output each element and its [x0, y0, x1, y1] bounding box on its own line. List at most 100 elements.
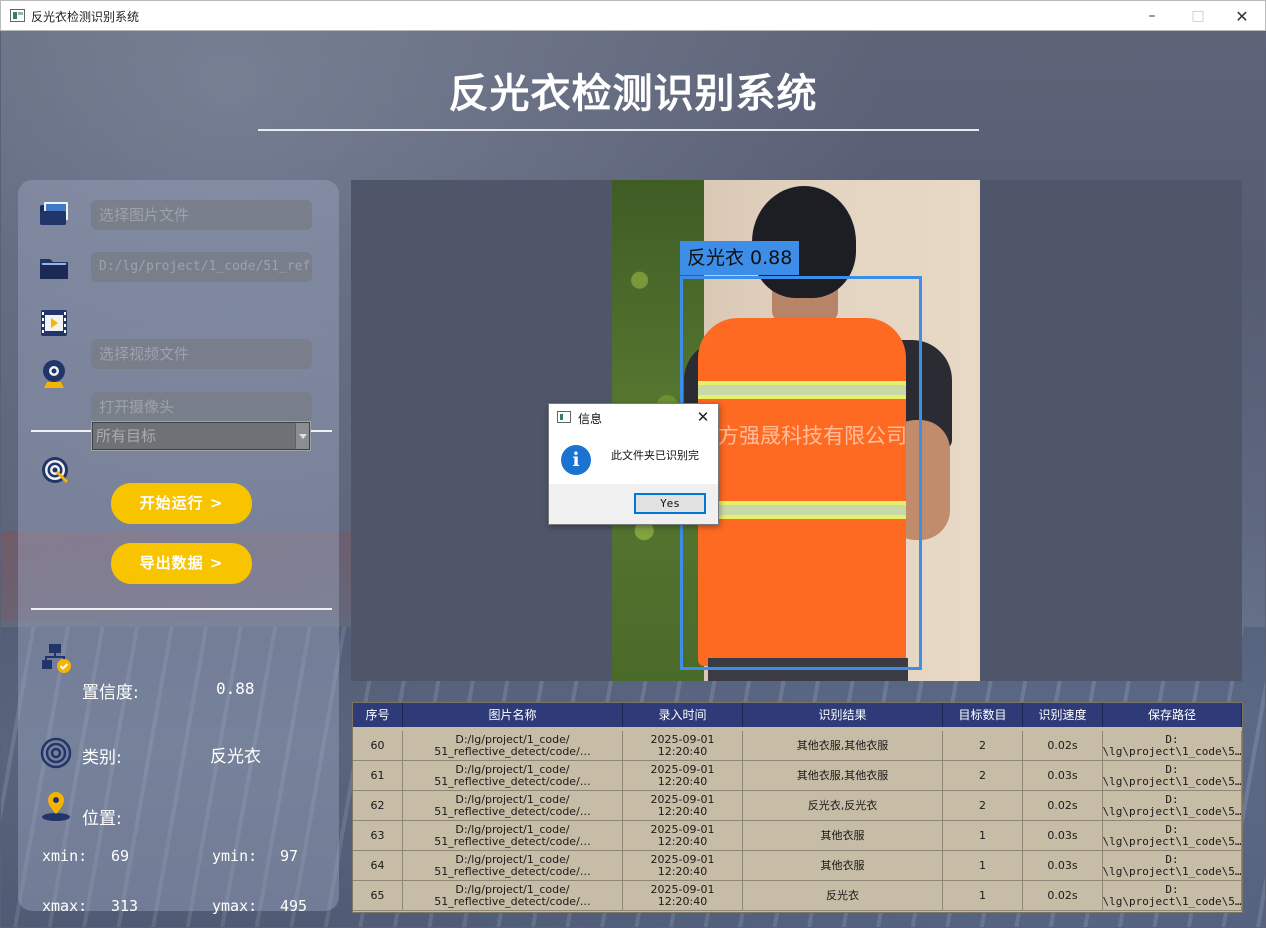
image-folder-icon[interactable]: [38, 199, 70, 231]
cell-time: 2025-09-01 12:20:40: [623, 791, 743, 820]
cell-image-name: D:/lg/project/1_code/ 51_reflective_dete…: [403, 881, 623, 910]
cell-result: 反光衣: [743, 881, 943, 910]
cell-index: 64: [353, 851, 403, 880]
table-body: 60 D:/lg/project/1_code/ 51_reflective_d…: [353, 731, 1242, 911]
cell-save-path: D: \lg\project\1_code\5…: [1103, 821, 1242, 850]
cell-image-name: D:/lg/project/1_code/ 51_reflective_dete…: [403, 791, 623, 820]
class-value: 反光衣: [210, 747, 261, 767]
maximize-button[interactable]: □: [1175, 1, 1221, 31]
window-title: 反光衣检测识别系统: [31, 10, 140, 24]
cell-image-name: D:/lg/project/1_code/ 51_reflective_dete…: [403, 851, 623, 880]
cell-image-name: D:/lg/project/1_code/ 51_reflective_dete…: [403, 761, 623, 790]
cell-time: 2025-09-01 12:20:40: [623, 761, 743, 790]
position-label: 位置:: [82, 809, 122, 829]
column-header-count[interactable]: 目标数目: [943, 703, 1023, 727]
webcam-icon[interactable]: [38, 358, 70, 390]
column-header-save-path[interactable]: 保存路径: [1103, 703, 1242, 727]
ymin-label: ymin:: [212, 847, 258, 865]
xmax-label: xmax:: [42, 897, 88, 915]
chevron-down-icon[interactable]: [295, 423, 309, 449]
dialog-body: i 此文件夹已识别完: [549, 432, 718, 484]
export-button[interactable]: 导出数据 >: [111, 543, 252, 584]
table-header: 序号 图片名称 录入时间 识别结果 目标数目 识别速度 保存路径: [353, 703, 1242, 727]
cell-speed: 0.02s: [1023, 731, 1103, 760]
start-button[interactable]: 开始运行 >: [111, 483, 252, 524]
info-icon: i: [561, 445, 591, 475]
cell-index: 60: [353, 731, 403, 760]
results-table[interactable]: 序号 图片名称 录入时间 识别结果 目标数目 识别速度 保存路径 60 D:/l…: [352, 702, 1243, 913]
folder-path-input[interactable]: D:/lg/project/1_code/51_ref: [91, 252, 312, 282]
title-divider: [258, 129, 979, 131]
xmin-label: xmin:: [42, 847, 88, 865]
cell-result: 反光衣,反光衣: [743, 791, 943, 820]
cell-count: 1: [943, 821, 1023, 850]
target-select-value: 所有目标: [96, 427, 157, 445]
cell-speed: 0.02s: [1023, 881, 1103, 910]
cell-time: 2025-09-01 12:20:40: [623, 821, 743, 850]
video-file-input[interactable]: 选择视频文件: [91, 339, 312, 369]
cell-result: 其他衣服,其他衣服: [743, 731, 943, 760]
panel-divider: [31, 608, 332, 610]
cell-index: 65: [353, 881, 403, 910]
cell-index: 62: [353, 791, 403, 820]
camera-input[interactable]: 打开摄像头: [91, 392, 312, 422]
cell-save-path: D: \lg\project\1_code\5…: [1103, 761, 1242, 790]
cell-count: 1: [943, 851, 1023, 880]
cell-time: 2025-09-01 12:20:40: [623, 881, 743, 910]
table-row[interactable]: 65 D:/lg/project/1_code/ 51_reflective_d…: [353, 881, 1242, 911]
table-row[interactable]: 60 D:/lg/project/1_code/ 51_reflective_d…: [353, 731, 1242, 761]
table-row[interactable]: 64 D:/lg/project/1_code/ 51_reflective_d…: [353, 851, 1242, 881]
detection-label: 反光衣 0.88: [680, 241, 800, 275]
table-row[interactable]: 62 D:/lg/project/1_code/ 51_reflective_d…: [353, 791, 1242, 821]
cell-result: 其他衣服: [743, 821, 943, 850]
confidence-label: 置信度:: [82, 683, 139, 703]
close-window-button[interactable]: ✕: [1219, 1, 1265, 31]
column-header-index[interactable]: 序号: [353, 703, 403, 727]
info-dialog: 信息 ✕ i 此文件夹已识别完 Yes: [548, 403, 719, 525]
cell-speed: 0.03s: [1023, 821, 1103, 850]
control-panel: 选择图片文件 D:/lg/project/1_code/51_ref 选择视频文…: [18, 180, 339, 915]
target-icon: [42, 457, 69, 484]
confidence-value: 0.88: [216, 679, 255, 698]
network-check-icon: [42, 644, 71, 673]
cell-image-name: D:/lg/project/1_code/ 51_reflective_dete…: [403, 821, 623, 850]
cell-count: 2: [943, 791, 1023, 820]
yes-button[interactable]: Yes: [634, 493, 706, 514]
dialog-message: 此文件夹已识别完: [611, 449, 699, 462]
page-title: 反光衣检测识别系统: [448, 71, 818, 117]
target-select[interactable]: 所有目标: [91, 421, 311, 451]
ymax-value: 495: [280, 897, 308, 915]
dialog-titlebar: 信息 ✕: [549, 404, 718, 432]
column-header-time[interactable]: 录入时间: [623, 703, 743, 727]
cell-count: 1: [943, 881, 1023, 910]
cell-result: 其他衣服,其他衣服: [743, 761, 943, 790]
minimize-button[interactable]: –: [1129, 1, 1175, 31]
cell-save-path: D: \lg\project\1_code\5…: [1103, 791, 1242, 820]
dialog-title: 信息: [578, 412, 603, 426]
folder-icon[interactable]: [38, 251, 70, 283]
column-header-speed[interactable]: 识别速度: [1023, 703, 1103, 727]
cell-result: 其他衣服: [743, 851, 943, 880]
cell-count: 2: [943, 731, 1023, 760]
cell-speed: 0.03s: [1023, 761, 1103, 790]
class-label: 类别:: [82, 748, 122, 768]
cell-index: 61: [353, 761, 403, 790]
column-header-image-name[interactable]: 图片名称: [403, 703, 623, 727]
video-file-icon[interactable]: [38, 307, 70, 339]
cell-time: 2025-09-01 12:20:40: [623, 731, 743, 760]
table-row[interactable]: 63 D:/lg/project/1_code/ 51_reflective_d…: [353, 821, 1242, 851]
image-display: 方强晟科技有限公司 反光衣 0.88: [351, 180, 1242, 681]
table-row[interactable]: 61 D:/lg/project/1_code/ 51_reflective_d…: [353, 761, 1242, 791]
cell-save-path: D: \lg\project\1_code\5…: [1103, 851, 1242, 880]
app-icon: [10, 9, 25, 22]
close-icon[interactable]: ✕: [693, 407, 713, 427]
location-pin-icon: [42, 792, 70, 821]
app-icon: [557, 411, 571, 423]
image-file-input[interactable]: 选择图片文件: [91, 200, 312, 230]
cell-image-name: D:/lg/project/1_code/ 51_reflective_dete…: [403, 731, 623, 760]
column-header-result[interactable]: 识别结果: [743, 703, 943, 727]
cell-speed: 0.03s: [1023, 851, 1103, 880]
ymax-label: ymax:: [212, 897, 258, 915]
cell-save-path: D: \lg\project\1_code\5…: [1103, 731, 1242, 760]
xmax-value: 313: [111, 897, 139, 915]
